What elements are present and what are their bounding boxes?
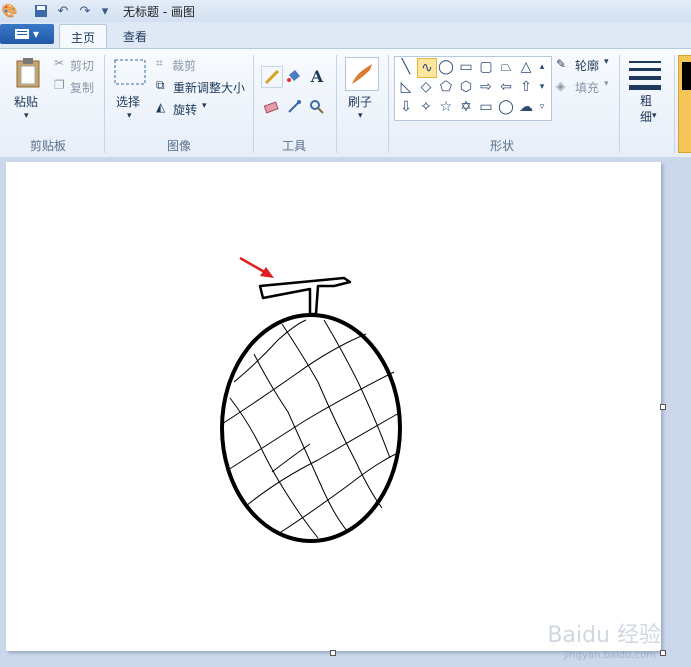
six-point-star-shape-icon[interactable]: ✡	[457, 98, 475, 116]
save-icon[interactable]	[33, 3, 49, 19]
crop-button[interactable]: 裁剪	[172, 57, 196, 74]
customize-quick-access-icon[interactable]: ▾	[97, 3, 113, 19]
five-point-star-shape-icon[interactable]: ☆	[437, 98, 455, 116]
tab-home[interactable]: 主页	[59, 24, 107, 49]
drawing-canvas[interactable]	[6, 162, 661, 651]
undo-icon[interactable]: ↶	[55, 3, 71, 19]
paste-icon[interactable]	[14, 57, 42, 89]
ribbon: 粘贴 ▾ ✂ 剪切 ❐ 复制 剪贴板 选择 ▾ ⌗ 裁剪 ⧉ 重新调整大小 ◭ …	[0, 48, 691, 158]
chevron-down-icon[interactable]: ▾	[604, 57, 609, 67]
fill-button[interactable]: 填充	[575, 79, 599, 96]
file-menu-button[interactable]: ▾	[0, 24, 54, 44]
pentagon-shape-icon[interactable]: ⬠	[437, 78, 455, 96]
title-bar: 🎨 ↶ ↷ ▾ 无标题 - 画图	[0, 0, 691, 22]
up-arrow-shape-icon[interactable]: ⇧	[517, 78, 535, 96]
color-picker-icon[interactable]	[284, 97, 304, 117]
crop-icon: ⌗	[156, 56, 163, 70]
scroll-down-icon[interactable]: ▾	[535, 78, 549, 96]
divider	[104, 55, 105, 153]
divider	[619, 55, 620, 153]
brush-icon[interactable]	[345, 57, 379, 91]
watermark-logo: Baidu 经验	[547, 623, 661, 648]
divider	[674, 55, 675, 153]
divider	[336, 55, 337, 153]
cut-button[interactable]: 剪切	[70, 57, 94, 74]
chevron-down-icon[interactable]: ▾	[358, 111, 363, 121]
group-label-shapes: 形状	[490, 139, 515, 153]
color1-button[interactable]	[678, 55, 691, 153]
group-label-image: 图像	[167, 139, 192, 153]
rotate-button[interactable]: 旋转	[173, 101, 197, 118]
tab-view[interactable]: 查看	[112, 24, 158, 48]
window-title: 无标题 - 画图	[123, 5, 195, 19]
ribbon-tabs: ▾ 主页 查看	[0, 22, 691, 49]
redo-icon[interactable]: ↷	[77, 3, 93, 19]
copy-button[interactable]: 复制	[70, 79, 94, 96]
copy-icon: ❐	[54, 78, 65, 92]
chevron-down-icon[interactable]: ▾	[202, 101, 207, 111]
fill-bucket-icon[interactable]	[284, 66, 304, 86]
right-triangle-shape-icon[interactable]: ◺	[397, 78, 415, 96]
group-label-tools: 工具	[282, 139, 307, 153]
oval-callout-shape-icon[interactable]: ◯	[497, 98, 515, 116]
scroll-up-icon[interactable]: ▴	[535, 58, 549, 76]
down-arrow-shape-icon[interactable]: ⇩	[397, 98, 415, 116]
brushes-button[interactable]: 刷子	[348, 93, 372, 110]
paste-button[interactable]: 粘贴	[14, 93, 38, 110]
chevron-down-icon[interactable]: ▾	[127, 111, 132, 121]
divider	[388, 55, 389, 153]
line-shape-icon[interactable]: ╲	[397, 58, 415, 76]
arrow-head	[260, 267, 274, 278]
curve-shape-icon[interactable]: ∿	[417, 58, 437, 78]
eraser-icon[interactable]	[261, 97, 281, 117]
group-label-clipboard: 剪贴板	[30, 139, 67, 153]
text-tool-icon[interactable]: A	[307, 66, 327, 86]
fill-icon: ◈	[556, 79, 566, 93]
chevron-down-icon[interactable]: ▾	[652, 111, 657, 121]
left-arrow-shape-icon[interactable]: ⇦	[497, 78, 515, 96]
hexagon-shape-icon[interactable]: ⬡	[457, 78, 475, 96]
rectangle-shape-icon[interactable]: ▭	[457, 58, 475, 76]
select-button[interactable]: 选择	[116, 93, 140, 110]
expand-gallery-icon[interactable]: ▿	[535, 98, 549, 116]
chevron-down-icon[interactable]: ▾	[24, 111, 29, 121]
chevron-down-icon: ▾	[32, 27, 40, 41]
oval-shape-icon[interactable]: ◯	[437, 58, 455, 76]
resize-icon: ⧉	[156, 78, 165, 92]
diamond-shape-icon[interactable]: ◇	[417, 78, 435, 96]
resize-button[interactable]: 重新调整大小	[173, 79, 245, 96]
resize-handle-right[interactable]	[660, 404, 666, 410]
watermark-url: jingyan.baidu.com	[563, 650, 656, 661]
shapes-gallery: ╲ ∿ ◯ ▭ ▢ ⏢ △ ◺ ◇ ⬠ ⬡ ⇨ ⇦ ⇧ ⇩ ✧ ☆ ✡ ▭ ◯ …	[394, 56, 552, 121]
resize-handle-bottom[interactable]	[330, 650, 336, 656]
select-icon[interactable]	[114, 59, 146, 85]
cut-icon: ✂	[54, 56, 65, 70]
size-icon[interactable]	[628, 57, 662, 91]
rounded-rectangle-shape-icon[interactable]: ▢	[477, 58, 495, 76]
magnifier-icon[interactable]	[307, 97, 327, 117]
triangle-shape-icon[interactable]: △	[517, 58, 535, 76]
cloud-callout-shape-icon[interactable]: ☁	[517, 98, 535, 116]
rect-callout-shape-icon[interactable]: ▭	[477, 98, 495, 116]
outline-icon: ✎	[556, 57, 567, 71]
pencil-icon[interactable]	[261, 66, 283, 88]
color1-swatch	[682, 62, 691, 90]
polygon-shape-icon[interactable]: ⏢	[497, 58, 515, 76]
four-point-star-shape-icon[interactable]: ✧	[417, 98, 435, 116]
divider	[253, 55, 254, 153]
paint-app-icon[interactable]: 🎨	[2, 3, 18, 19]
outline-button[interactable]: 轮廓	[575, 57, 599, 74]
menu-icon	[14, 29, 29, 39]
rotate-icon: ◭	[156, 100, 166, 114]
resize-handle-corner[interactable]	[660, 650, 666, 656]
melon-drawing	[220, 256, 402, 543]
right-arrow-shape-icon[interactable]: ⇨	[477, 78, 495, 96]
chevron-down-icon[interactable]: ▾	[604, 79, 609, 89]
